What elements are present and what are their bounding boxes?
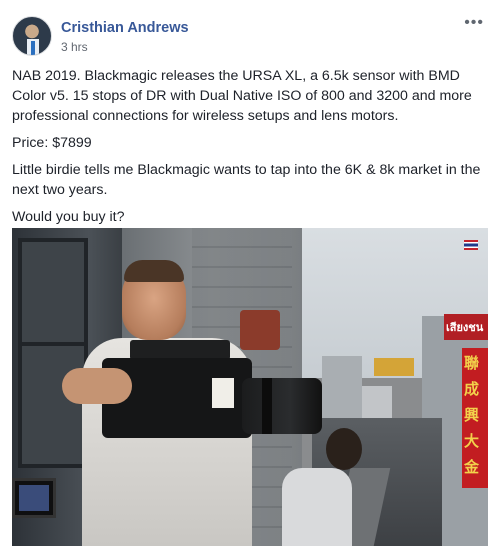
sign-char: 金 <box>464 458 480 476</box>
camera-handle <box>130 340 230 360</box>
photo-man-arm <box>62 368 132 404</box>
sign-text: เสียงชน <box>446 321 484 334</box>
sign-char: 興 <box>464 406 480 424</box>
camera-lens-ring <box>262 378 272 434</box>
photo-man-hair <box>124 260 184 282</box>
street-sign <box>374 358 414 376</box>
sign-char: 大 <box>464 432 480 450</box>
flag-icon <box>464 240 478 250</box>
photo-window <box>18 238 88 468</box>
post-paragraph: Would you buy it? <box>12 209 125 225</box>
avatar[interactable] <box>12 16 52 56</box>
avatar-tie <box>31 41 35 55</box>
photo-child <box>282 468 352 546</box>
camera-label <box>212 378 234 408</box>
sign-char: 聯 <box>464 354 480 372</box>
photo-child-head <box>326 428 362 470</box>
camera-accessory <box>240 310 280 350</box>
post-body: NAB 2019. Blackmagic releases the URSA X… <box>12 66 488 234</box>
camera-monitor <box>12 478 56 518</box>
sign-char: 成 <box>464 380 480 398</box>
more-options-button[interactable]: ••• <box>464 14 484 32</box>
post-paragraph: Price: $7899 <box>12 135 92 151</box>
post-paragraph: Little birdie tells me Blackmagic wants … <box>12 162 481 198</box>
post-paragraph: NAB 2019. Blackmagic releases the URSA X… <box>12 68 472 124</box>
post-timestamp[interactable]: 3 hrs <box>61 40 88 54</box>
author-name[interactable]: Cristhian Andrews <box>61 20 189 36</box>
post-header: Cristhian Andrews 3 hrs ••• <box>12 14 484 58</box>
post-photo[interactable]: เสียงชน 聯 成 興 大 金 <box>12 228 488 546</box>
camera-lens <box>242 378 322 434</box>
